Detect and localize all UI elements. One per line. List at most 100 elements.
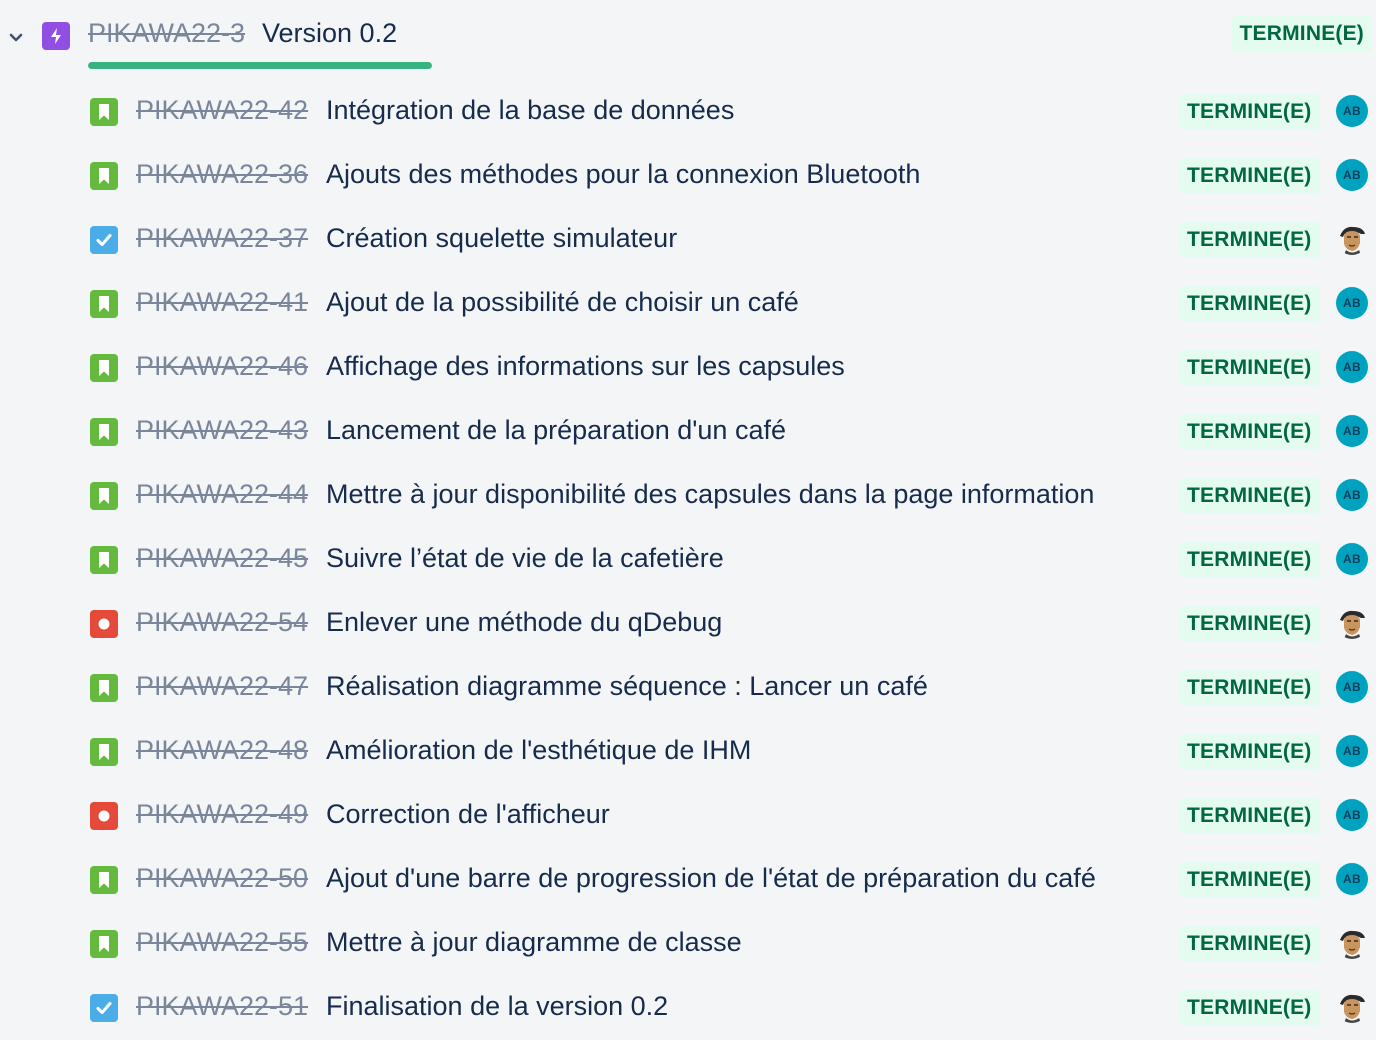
status-label: TERMINE(E) [1179,478,1320,514]
assignee-avatar-initials[interactable]: AB [1336,671,1368,703]
status-label: TERMINE(E) [1179,350,1320,386]
issue-key-link[interactable]: PIKAWA22-50 [136,863,308,894]
issue-row[interactable]: PIKAWA22-42 Intégration de la base de don… [0,80,1376,144]
issue-key-link[interactable]: PIKAWA22-37 [136,223,308,254]
issue-row[interactable]: PIKAWA22-45 Suivre l’état de vie de la ca… [0,528,1376,592]
issue-row[interactable]: PIKAWA22-37 Création squelette simulateur… [0,208,1376,272]
issue-key-link[interactable]: PIKAWA22-44 [136,479,308,510]
issue-row[interactable]: PIKAWA22-49 Correction de l'afficheur TERM… [0,784,1376,848]
issue-status-badge[interactable]: TERMINE(E) [1179,990,1320,1026]
issue-status-badge[interactable]: TERMINE(E) [1179,414,1320,450]
issue-key-link[interactable]: PIKAWA22-42 [136,95,308,126]
issue-key-link[interactable]: PIKAWA22-45 [136,543,308,574]
issue-status-badge[interactable]: TERMINE(E) [1179,158,1320,194]
issue-row[interactable]: PIKAWA22-50 Ajout d'une barre de progress… [0,848,1376,912]
issue-status-badge[interactable]: TERMINE(E) [1179,94,1320,130]
issue-summary-link[interactable]: Création squelette simulateur [326,223,677,254]
issue-summary-link[interactable]: Lancement de la préparation d'un café [326,415,786,446]
issue-key-link[interactable]: PIKAWA22-47 [136,671,308,702]
issue-summary-link[interactable]: Suivre l’état de vie de la cafetière [326,543,724,574]
assignee-avatar-photo[interactable] [1336,927,1368,959]
issue-row[interactable]: PIKAWA22-46 Affichage des informations su… [0,336,1376,400]
issue-summary-link[interactable]: Mettre à jour diagramme de classe [326,927,742,958]
issue-summary-link[interactable]: Affichage des informations sur les capsu… [326,351,845,382]
status-label: TERMINE(E) [1179,542,1320,578]
issue-status-badge[interactable]: TERMINE(E) [1179,222,1320,258]
issue-summary-link[interactable]: Ajouts des méthodes pour la connexion Bl… [326,159,920,190]
issue-row[interactable]: PIKAWA22-44 Mettre à jour disponibilité d… [0,464,1376,528]
assignee-avatar-initials[interactable]: AB [1336,95,1368,127]
task-checkbox-icon [90,226,118,254]
issue-row[interactable]: PIKAWA22-48 Amélioration de l'esthétique … [0,720,1376,784]
epic-lightning-icon [42,22,70,50]
issue-summary-link[interactable]: Réalisation diagramme séquence : Lancer … [326,671,928,702]
status-label: TERMINE(E) [1179,94,1320,130]
issue-key-link[interactable]: PIKAWA22-36 [136,159,308,190]
assignee-avatar-initials[interactable]: AB [1336,799,1368,831]
assignee-avatar-initials[interactable]: AB [1336,287,1368,319]
issue-row[interactable]: PIKAWA22-51 Finalisation de la version 0.… [0,976,1376,1040]
status-label: TERMINE(E) [1179,606,1320,642]
assignee-avatar-initials[interactable]: AB [1336,479,1368,511]
status-label: TERMINE(E) [1179,158,1320,194]
issue-row[interactable]: PIKAWA22-55 Mettre à jour diagramme de cl… [0,912,1376,976]
issue-key-link[interactable]: PIKAWA22-48 [136,735,308,766]
assignee-avatar-initials[interactable]: AB [1336,735,1368,767]
assignee-avatar-photo[interactable] [1336,607,1368,639]
issue-summary-link[interactable]: Correction de l'afficheur [326,799,610,830]
issue-row[interactable]: PIKAWA22-36 Ajouts des méthodes pour la c… [0,144,1376,208]
story-bookmark-icon [90,290,118,318]
assignee-avatar-photo[interactable] [1336,991,1368,1023]
issue-status-badge[interactable]: TERMINE(E) [1179,542,1320,578]
issue-key-link[interactable]: PIKAWA22-41 [136,287,308,318]
issue-summary-link[interactable]: Mettre à jour disponibilité des capsules… [326,479,1094,510]
issue-key-link[interactable]: PIKAWA22-54 [136,607,308,638]
issue-key-link[interactable]: PIKAWA22-46 [136,351,308,382]
issue-summary-link[interactable]: Ajout de la possibilité de choisir un ca… [326,287,799,318]
epic-key[interactable]: PIKAWA22-3 [88,18,245,49]
issue-key-link[interactable]: PIKAWA22-49 [136,799,308,830]
issue-row[interactable]: PIKAWA22-47 Réalisation diagramme séquenc… [0,656,1376,720]
assignee-avatar-initials[interactable]: AB [1336,159,1368,191]
issue-row[interactable]: PIKAWA22-54 Enlever une méthode du qDebug… [0,592,1376,656]
issue-row[interactable]: PIKAWA22-41 Ajout de la possibilité de ch… [0,272,1376,336]
status-label: TERMINE(E) [1179,286,1320,322]
issue-summary-link[interactable]: Finalisation de la version 0.2 [326,991,668,1022]
story-bookmark-icon [90,674,118,702]
epic-row[interactable]: PIKAWA22-3 Version 0.2 TERMINE(E) [0,0,1376,72]
issue-summary-link[interactable]: Amélioration de l'esthétique de IHM [326,735,751,766]
issue-summary-link[interactable]: Ajout d'une barre de progression de l'ét… [326,863,1096,894]
issue-summary-link[interactable]: Enlever une méthode du qDebug [326,607,722,638]
epic-status-badge[interactable]: TERMINE(E) [1231,16,1372,52]
assignee-avatar-initials[interactable]: AB [1336,351,1368,383]
assignee-avatar-initials[interactable]: AB [1336,415,1368,447]
issue-status-badge[interactable]: TERMINE(E) [1179,926,1320,962]
assignee-avatar-initials[interactable]: AB [1336,863,1368,895]
story-bookmark-icon [90,98,118,126]
assignee-avatar-initials[interactable]: AB [1336,543,1368,575]
issue-key-link[interactable]: PIKAWA22-55 [136,927,308,958]
status-label: TERMINE(E) [1179,414,1320,450]
epic-title[interactable]: Version 0.2 [262,18,397,49]
issue-status-badge[interactable]: TERMINE(E) [1179,734,1320,770]
issue-status-badge[interactable]: TERMINE(E) [1179,286,1320,322]
status-label: TERMINE(E) [1179,990,1320,1026]
story-bookmark-icon [90,418,118,446]
status-label: TERMINE(E) [1179,734,1320,770]
issue-status-badge[interactable]: TERMINE(E) [1179,862,1320,898]
issue-status-badge[interactable]: TERMINE(E) [1179,670,1320,706]
issue-status-badge[interactable]: TERMINE(E) [1179,478,1320,514]
issue-list: PIKAWA22-42 Intégration de la base de don… [0,80,1376,1040]
issue-status-badge[interactable]: TERMINE(E) [1179,606,1320,642]
chevron-down-icon[interactable] [6,28,26,48]
status-label: TERMINE(E) [1179,798,1320,834]
assignee-avatar-photo[interactable] [1336,223,1368,255]
issue-status-badge[interactable]: TERMINE(E) [1179,798,1320,834]
task-checkbox-icon [90,994,118,1022]
issue-summary-link[interactable]: Intégration de la base de données [326,95,734,126]
issue-row[interactable]: PIKAWA22-43 Lancement de la préparation d… [0,400,1376,464]
issue-status-badge[interactable]: TERMINE(E) [1179,350,1320,386]
issue-key-link[interactable]: PIKAWA22-51 [136,991,308,1022]
issue-key-link[interactable]: PIKAWA22-43 [136,415,308,446]
status-label: TERMINE(E) [1179,670,1320,706]
